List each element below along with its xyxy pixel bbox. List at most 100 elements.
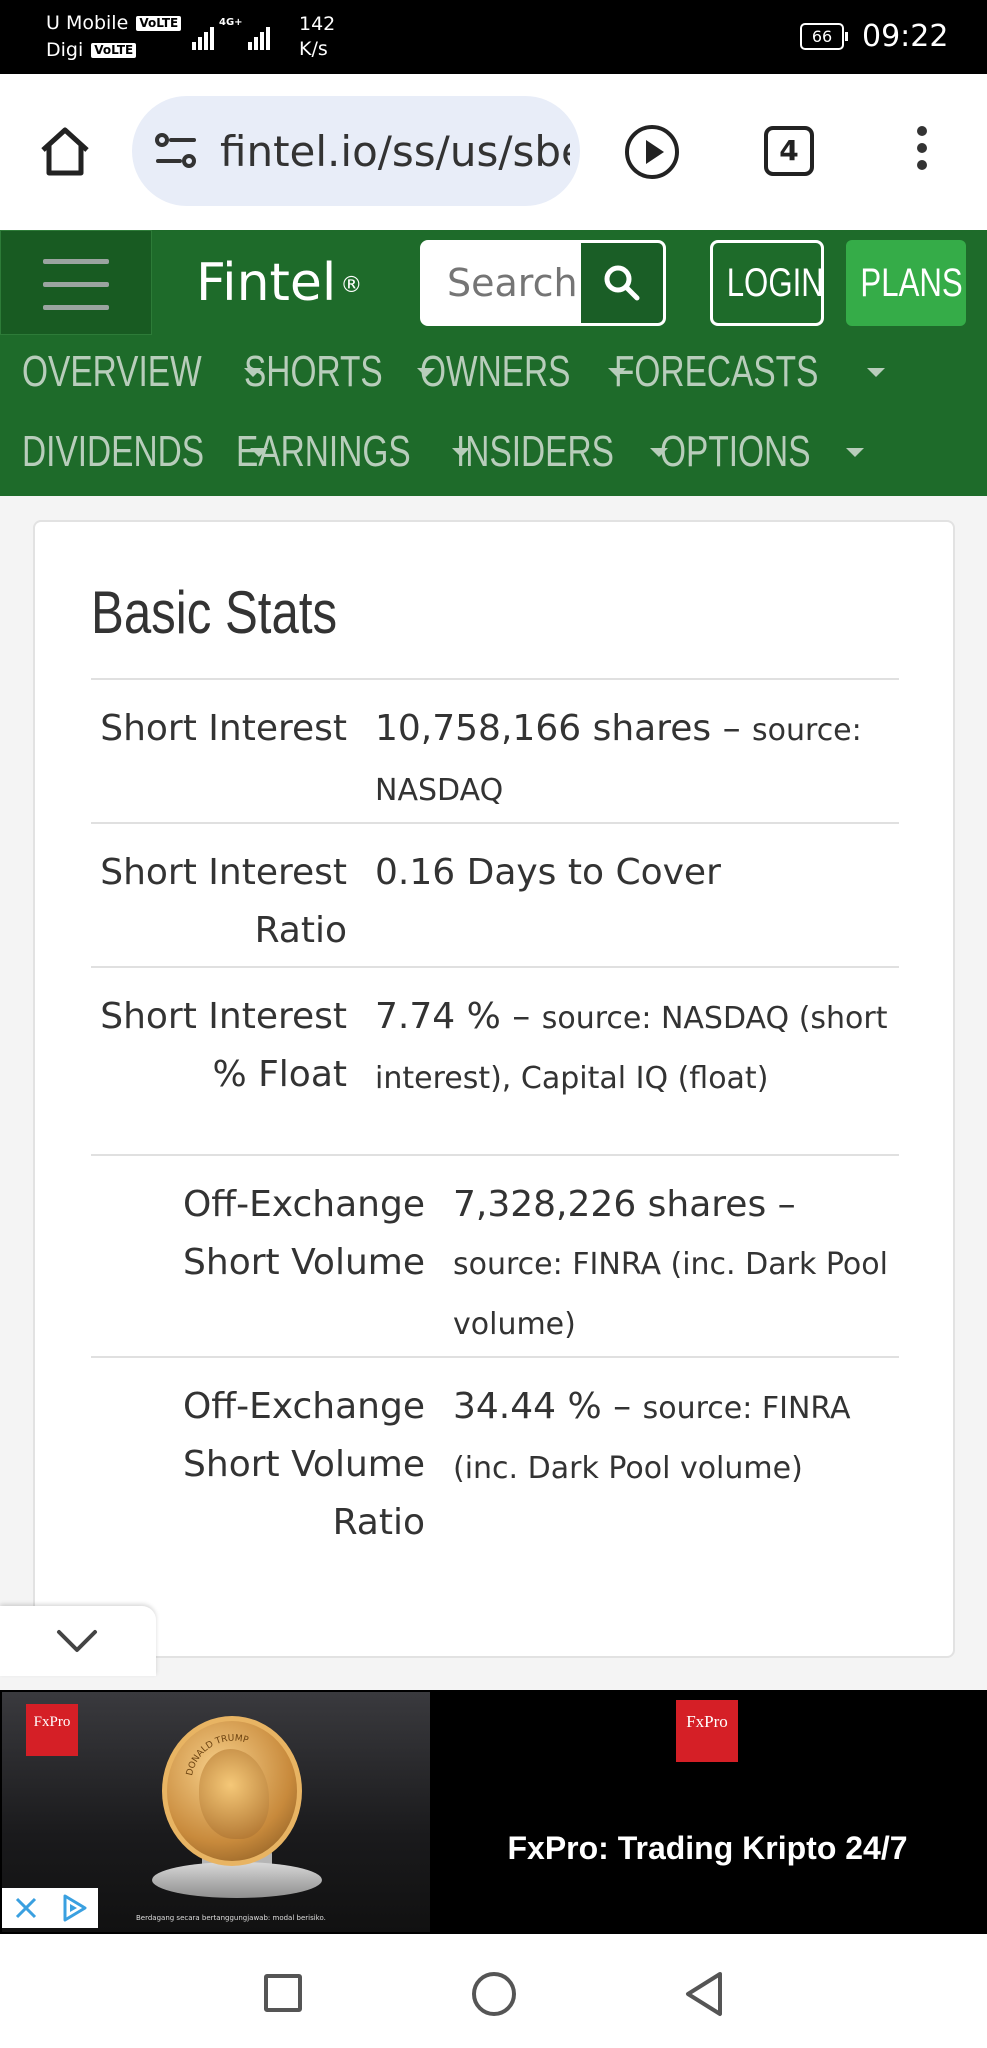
recents-button[interactable]	[264, 1974, 302, 2012]
nav-forecasts[interactable]: FORECASTS	[614, 344, 885, 400]
nav-label: INSIDERS	[456, 427, 614, 476]
svg-text:DONALD TRUMP: DONALD TRUMP	[185, 1734, 250, 1777]
home-button[interactable]	[38, 124, 92, 178]
ad-close-button[interactable]	[2, 1888, 50, 1928]
stat-row-off-exchange-short-volume-ratio: Off-Exchange Short Volume Ratio 34.44 % …	[91, 1356, 899, 1576]
hamburger-menu-button[interactable]	[0, 230, 152, 335]
carrier-2: Digi	[46, 39, 84, 61]
nav-overview[interactable]: OVERVIEW	[22, 344, 263, 400]
overflow-menu-button[interactable]	[906, 126, 938, 178]
stat-number: 7.74 %	[375, 996, 501, 1037]
stat-label-line: Short Interest	[100, 708, 347, 749]
nav-label: OWNERS	[420, 347, 571, 396]
battery-icon: 66	[800, 23, 848, 50]
stat-value: 0.16 Days to Cover	[375, 844, 895, 902]
stat-label-line: Short Interest	[100, 852, 347, 893]
carrier-1: U Mobile	[46, 12, 129, 34]
nav-label: EARNINGS	[236, 427, 411, 476]
close-icon	[15, 1897, 37, 1919]
network-speed: 142 K/s	[299, 12, 335, 62]
status-bar: U Mobile VoLTE Digi VoLTE 4G+ 142 K/s 66…	[0, 0, 987, 74]
coin-stand-base	[152, 1862, 322, 1898]
stat-label-line: Short Volume Ratio	[183, 1444, 425, 1543]
search-box	[420, 240, 666, 326]
registered-mark: ®	[340, 273, 363, 298]
tab-switcher-button[interactable]: 4	[764, 126, 814, 176]
stat-label-line: Ratio	[254, 910, 347, 951]
nav-shorts[interactable]: SHORTS	[244, 344, 435, 400]
login-label: LOGIN	[726, 261, 824, 305]
stat-label: Short Interest	[91, 700, 347, 758]
site-header: Fintel® LOGIN PLANS OVERVIEW SHORTS OWNE…	[0, 230, 987, 496]
nav-label: SHORTS	[244, 347, 383, 396]
subnav-row-1: OVERVIEW SHORTS OWNERS FORECASTS	[22, 344, 982, 400]
card-title: Basic Stats	[91, 579, 338, 646]
logo-text: Fintel	[196, 253, 337, 313]
search-input[interactable]	[423, 243, 581, 323]
ad-banner[interactable]: FxPro DONALD TRUMP Berdagang secara bert…	[0, 1690, 987, 1934]
browser-toolbar: fintel.io/ss/us/sbet 4	[0, 74, 987, 230]
speed-value: 142	[299, 13, 336, 35]
nav-label: OVERVIEW	[22, 347, 202, 396]
system-nav-bar	[0, 1934, 987, 2048]
chevron-down-icon	[866, 367, 885, 377]
nav-dividends[interactable]: DIVIDENDS	[22, 424, 268, 480]
home-nav-button[interactable]	[472, 1972, 516, 2016]
stat-label: Short Interest % Float	[91, 988, 347, 1104]
stat-label: Off-Exchange Short Volume Ratio	[91, 1378, 425, 1552]
hamburger-icon	[1, 231, 151, 310]
stat-row-off-exchange-short-volume: Off-Exchange Short Volume 7,328,226 shar…	[91, 1154, 899, 1356]
stat-separator: –	[711, 708, 753, 749]
url-text: fintel.io/ss/us/sbet	[220, 127, 570, 176]
stat-label: Off-Exchange Short Volume	[91, 1176, 425, 1292]
stat-label: Short Interest Ratio	[91, 844, 347, 960]
login-button[interactable]: LOGIN	[710, 240, 824, 326]
stat-separator: –	[500, 996, 542, 1037]
stat-source: source: FINRA (inc. Dark Pool volume)	[453, 1247, 888, 1342]
subnav-row-2: DIVIDENDS EARNINGS INSIDERS OPTIONS	[22, 424, 982, 480]
volte-badge: VoLTE	[136, 16, 182, 31]
stat-row-short-interest: Short Interest 10,758,166 shares – sourc…	[91, 678, 899, 822]
media-button[interactable]	[624, 124, 680, 180]
network-type: 4G+	[219, 17, 243, 28]
nav-owners[interactable]: OWNERS	[420, 344, 626, 400]
signal-icon: 4G+	[192, 18, 270, 50]
fxpro-logo: FxPro	[26, 1704, 78, 1756]
stat-separator: –	[601, 1386, 643, 1427]
speed-unit: K/s	[299, 38, 328, 60]
site-settings-icon	[155, 133, 196, 168]
address-bar[interactable]: fintel.io/ss/us/sbet	[132, 96, 580, 206]
stat-separator: –	[766, 1184, 796, 1225]
stat-value: 10,758,166 shares – source: NASDAQ	[375, 700, 895, 820]
site-logo[interactable]: Fintel ®	[196, 252, 362, 317]
adchoices-button[interactable]	[50, 1888, 98, 1928]
stat-value: 7.74 % – source: NASDAQ (short interest)…	[375, 988, 895, 1108]
nav-label: DIVIDENDS	[22, 427, 205, 476]
stat-number: 7,328,226 shares	[453, 1184, 767, 1225]
stat-row-short-interest-float: Short Interest % Float 7.74 % – source: …	[91, 966, 899, 1154]
search-icon	[604, 265, 640, 301]
ad-collapse-button[interactable]	[0, 1606, 156, 1676]
stat-label-line: % Float	[212, 1054, 347, 1095]
clock: 09:22	[862, 19, 949, 54]
battery-level: 66	[811, 27, 833, 46]
nav-options[interactable]: OPTIONS	[660, 424, 865, 480]
nav-earnings[interactable]: EARNINGS	[236, 424, 470, 480]
tab-count: 4	[779, 134, 799, 167]
nav-insiders[interactable]: INSIDERS	[456, 424, 668, 480]
back-icon[interactable]	[682, 1970, 726, 2018]
stat-value: 34.44 % – source: FINRA (inc. Dark Pool …	[453, 1378, 899, 1498]
plans-button[interactable]: PLANS	[846, 240, 966, 326]
fxpro-logo: FxPro	[676, 1700, 738, 1762]
stat-number: 10,758,166 shares	[375, 708, 712, 749]
carrier-info: U Mobile VoLTE Digi VoLTE	[46, 10, 182, 64]
chevron-down-icon	[846, 447, 865, 457]
home-icon	[41, 127, 89, 176]
stat-number: 0.16 Days to Cover	[375, 852, 721, 893]
chevron-down-icon	[57, 1630, 97, 1652]
volte-badge: VoLTE	[91, 43, 137, 58]
search-button[interactable]	[581, 243, 663, 323]
ad-headline: FxPro: Trading Kripto 24/7	[507, 1830, 908, 1866]
stat-label-line: Off-Exchange	[182, 1386, 425, 1427]
play-icon	[625, 125, 679, 179]
